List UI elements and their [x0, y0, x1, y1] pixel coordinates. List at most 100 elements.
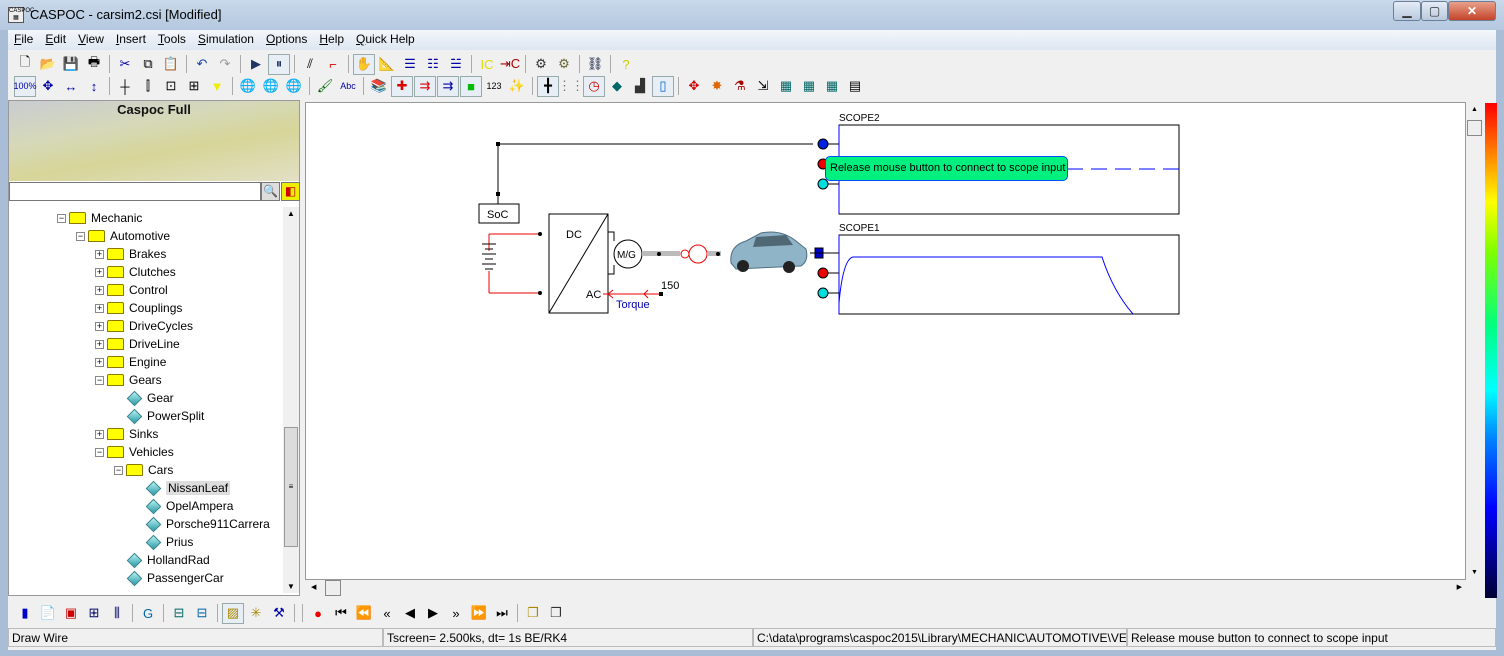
tree-item[interactable]: + Engine [95, 353, 166, 371]
layers-icon[interactable]: ⊟ [168, 603, 190, 624]
magnifier-icon[interactable]: 🔍 [261, 182, 280, 201]
zoom-100-icon[interactable]: 100% [13, 75, 37, 97]
close-button[interactable]: ✕ [1448, 1, 1496, 21]
level-icon[interactable]: ▯ [652, 75, 674, 97]
arrow-signal-icon[interactable]: ⇉ [437, 75, 459, 97]
play-icon[interactable]: ▶ [422, 603, 444, 624]
expand-icon[interactable]: + [95, 285, 104, 295]
ic-out-icon[interactable]: ⇥C [499, 54, 521, 75]
tree-item[interactable]: − Gears [95, 371, 162, 389]
collapse-icon[interactable]: − [76, 231, 85, 241]
tree-item[interactable]: + Brakes [95, 245, 166, 263]
fast-forward-icon[interactable]: ⏩ [468, 603, 490, 624]
sparkle-icon[interactable]: ✳ [245, 603, 267, 624]
tools-icon[interactable]: ⚒ [268, 603, 290, 624]
tree-item[interactable]: − Mechanic [57, 209, 142, 227]
node-icon[interactable]: ✚ [391, 75, 413, 97]
tree-item[interactable]: OpelAmpera [133, 497, 233, 515]
ground-icon[interactable]: ┼ [114, 76, 136, 97]
expand-icon[interactable]: + [95, 249, 104, 259]
bars-icon[interactable]: ▟ [629, 76, 651, 97]
arrow-red-icon[interactable]: ⇉ [414, 75, 436, 97]
rewind-icon[interactable]: « [376, 603, 398, 624]
chip3-icon[interactable]: ▦ [821, 76, 843, 97]
block-icon[interactable]: ⊞ [183, 76, 205, 97]
menu-options[interactable]: Options [260, 30, 313, 50]
fast-rewind-icon[interactable]: ⏪ [353, 603, 375, 624]
menu-insert[interactable]: Insert [110, 30, 152, 50]
flask-icon[interactable]: ⚗ [729, 76, 751, 97]
copy-icon[interactable]: ⧉ [137, 54, 159, 75]
chip-icon[interactable]: ▦ [775, 76, 797, 97]
pause-icon[interactable]: ⏸ [268, 53, 290, 75]
document-icon[interactable]: 📄 [37, 603, 59, 624]
save-icon[interactable]: 💾 [60, 54, 82, 75]
tree-item[interactable]: HollandRad [114, 551, 210, 569]
expand-icon[interactable]: + [95, 267, 104, 277]
tree-scrollbar[interactable]: ▲ ≡ ▼ [283, 207, 299, 593]
hscroll-thumb[interactable] [325, 580, 341, 596]
tree-item[interactable]: − Cars [114, 461, 173, 479]
zoom-width-icon[interactable]: ↔ [60, 76, 82, 97]
collapse-icon[interactable]: − [57, 213, 66, 223]
step-back-icon[interactable]: ◀ [399, 603, 421, 624]
record-icon[interactable]: ● [307, 603, 329, 624]
chip2-icon[interactable]: ▦ [798, 76, 820, 97]
ic-in-icon[interactable]: IC [476, 54, 498, 75]
menu-edit[interactable]: Edit [39, 30, 72, 50]
brush-icon[interactable]: 🖌 [314, 76, 336, 97]
tree-scroll-thumb[interactable]: ≡ [284, 427, 298, 547]
globe-link-icon[interactable]: 🌐 [283, 76, 305, 97]
collapse-icon[interactable]: − [95, 447, 104, 457]
list-check-icon[interactable]: ☱ [445, 54, 467, 75]
collapse-icon[interactable]: − [114, 465, 123, 475]
new-file-icon[interactable]: 🗋 [14, 54, 36, 75]
block-green-icon[interactable]: ■ [460, 75, 482, 97]
tree-item[interactable]: Gear [114, 389, 174, 407]
expand-icon[interactable]: + [95, 357, 104, 367]
crosshair-icon[interactable]: ╋ [537, 75, 559, 97]
last-icon[interactable]: ⏭ [491, 603, 513, 624]
hand-icon[interactable]: ✋ [353, 53, 375, 75]
resistor-icon[interactable]: ⫿ [137, 76, 159, 97]
layers2-icon[interactable]: ⊟ [191, 603, 213, 624]
paint-icon[interactable]: ◆ [606, 76, 628, 97]
expand-icon[interactable]: + [95, 339, 104, 349]
windows2-icon[interactable]: ❐ [545, 603, 567, 624]
first-icon[interactable]: ⏮ [330, 603, 352, 624]
wire-color-icon[interactable]: ⌐ [322, 54, 344, 75]
tree-item[interactable]: + Control [95, 281, 168, 299]
text-icon[interactable]: Abc [337, 76, 359, 97]
tree-item[interactable]: + DriveCycles [95, 317, 193, 335]
network-icon[interactable]: ⛓ [584, 54, 606, 75]
print-icon[interactable]: 🖶 [83, 54, 105, 75]
measure-icon[interactable]: 📐 [376, 54, 398, 75]
zoom-height-icon[interactable]: ↕ [83, 76, 105, 97]
move-icon[interactable]: ✥ [683, 76, 705, 97]
expand-icon[interactable]: + [95, 303, 104, 313]
redo-icon[interactable]: ↷ [214, 54, 236, 75]
tree-item[interactable]: PowerSplit [114, 407, 204, 425]
export-icon[interactable]: ⇲ [752, 76, 774, 97]
globe-icon[interactable]: 🌐 [237, 76, 259, 97]
list-icon[interactable]: ☰ [399, 54, 421, 75]
number-icon[interactable]: 123 [483, 76, 505, 97]
schematic-canvas[interactable]: SoC DC AC 150 Torque M/G SCOPE2 SCOPE1 R… [305, 102, 1466, 580]
tree-item[interactable]: + Couplings [95, 299, 182, 317]
tree-item[interactable]: Porsche911Carrera [133, 515, 270, 533]
chip-icon[interactable]: ⫼ [106, 603, 128, 624]
run-icon[interactable]: ▶ [245, 54, 267, 75]
switch-icon[interactable]: ⊡ [160, 76, 182, 97]
globe-folder-icon[interactable]: 🌐 [260, 76, 282, 97]
windows-icon[interactable]: ❐ [522, 603, 544, 624]
component-new-icon[interactable]: ⚙ [553, 54, 575, 75]
menu-quick-help[interactable]: Quick Help [350, 30, 421, 50]
undo-icon[interactable]: ↶ [191, 54, 213, 75]
tree-icon[interactable]: ⊞ [83, 603, 105, 624]
forward-icon[interactable]: » [445, 603, 467, 624]
menu-view[interactable]: View [72, 30, 110, 50]
component-icon[interactable]: ⚙ [530, 54, 552, 75]
list-indent-icon[interactable]: ☷ [422, 54, 444, 75]
menu-simulation[interactable]: Simulation [192, 30, 260, 50]
tree-item[interactable]: − Vehicles [95, 443, 174, 461]
